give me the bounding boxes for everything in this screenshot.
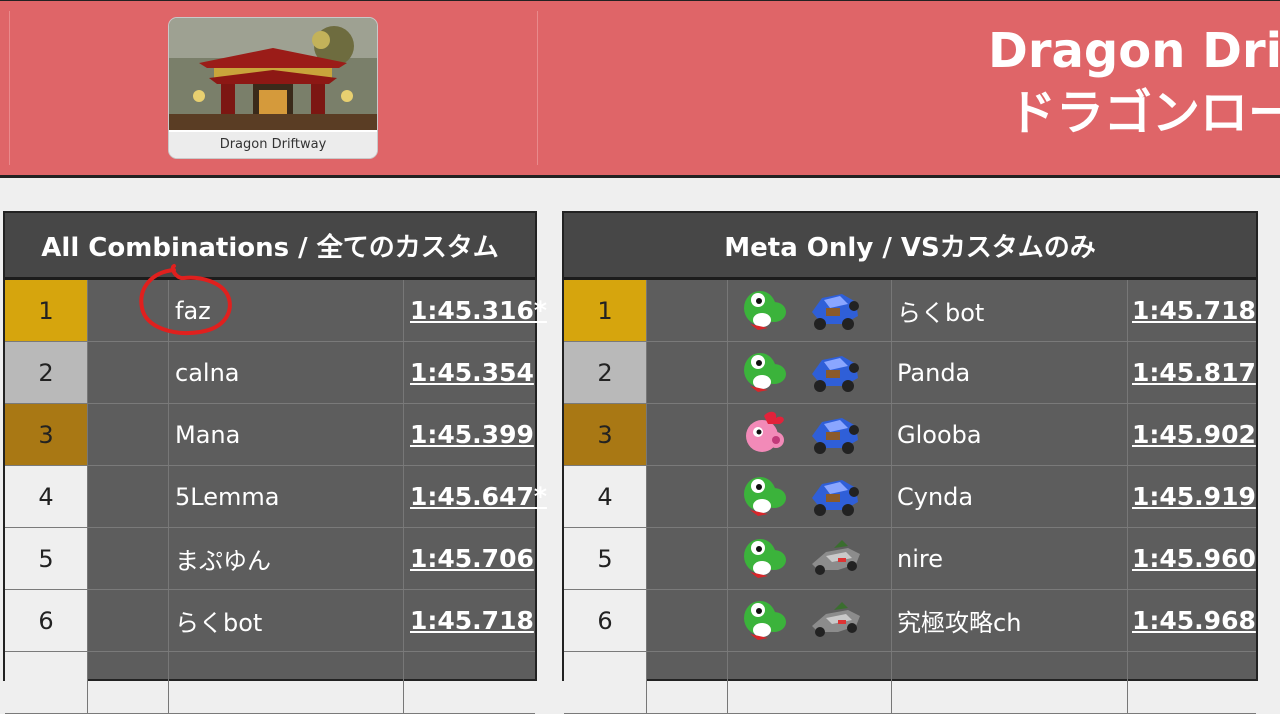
table-row bbox=[5, 652, 535, 714]
table-row: 6 究極攻略ch 1:45.968 bbox=[564, 590, 1256, 652]
combo-icons bbox=[738, 404, 888, 465]
table-row bbox=[564, 652, 1256, 714]
combo-icons bbox=[738, 590, 888, 651]
course-title-jp: ドラゴンロー bbox=[1008, 85, 1280, 141]
combo-icons bbox=[738, 280, 888, 341]
time-link[interactable]: 1:45.817 bbox=[1132, 342, 1256, 403]
rank-cell: 4 bbox=[564, 466, 646, 527]
time-link[interactable]: 1:45.316* bbox=[410, 280, 547, 341]
time-link[interactable]: 1:45.718 bbox=[1132, 280, 1256, 341]
dragon-driftway-image bbox=[169, 18, 377, 130]
yoshi-icon bbox=[738, 534, 792, 584]
gray-kart-icon bbox=[808, 534, 862, 584]
rank-cell: 3 bbox=[5, 404, 87, 465]
rank-cell bbox=[5, 652, 87, 713]
course-title-en: Dragon Drift bbox=[988, 23, 1280, 79]
table-row: 3 Mana 1:45.399 bbox=[5, 404, 535, 466]
panel-title: Meta Only / VSカスタムのみ bbox=[564, 213, 1256, 280]
player-name: 究極攻略ch bbox=[897, 609, 1022, 637]
yoshi-icon bbox=[738, 596, 792, 646]
time-link[interactable]: 1:45.968 bbox=[1132, 590, 1256, 651]
yoshi-icon bbox=[738, 286, 792, 336]
time-link[interactable]: 1:45.960 bbox=[1132, 528, 1256, 589]
rank-cell: 5 bbox=[564, 528, 646, 589]
table-row: 5 まぷゆん 1:45.706 bbox=[5, 528, 535, 590]
player-name: faz bbox=[175, 296, 211, 325]
all-combinations-panel: All Combinations / 全てのカスタム 1 faz 1:45.31… bbox=[3, 211, 547, 714]
time-link[interactable]: 1:45.647* bbox=[410, 466, 547, 527]
panel-title: All Combinations / 全てのカスタム bbox=[5, 213, 535, 280]
yoshi-icon bbox=[738, 472, 792, 522]
course-thumbnail[interactable]: Dragon Driftway bbox=[168, 17, 378, 159]
gray-kart-icon bbox=[808, 596, 862, 646]
player-name: まぷゆん bbox=[175, 547, 271, 575]
table-row: 1 らくbot 1:45.718 bbox=[564, 280, 1256, 342]
rank-cell: 3 bbox=[564, 404, 646, 465]
banner-divider bbox=[9, 11, 10, 165]
table-row: 4 Cynda 1:45.919 bbox=[564, 466, 1256, 528]
table-row: 3 Glooba 1:45.902 bbox=[564, 404, 1256, 466]
blue-kart-icon bbox=[808, 472, 862, 522]
player-name: Panda bbox=[897, 358, 971, 387]
rank-cell: 2 bbox=[5, 342, 87, 403]
player-name: Mana bbox=[175, 420, 241, 449]
rank-cell: 1 bbox=[5, 280, 87, 341]
rank-cell: 2 bbox=[564, 342, 646, 403]
combo-icons bbox=[738, 466, 888, 527]
player-name: nire bbox=[897, 544, 943, 573]
table-row: 2 Panda 1:45.817 bbox=[564, 342, 1256, 404]
time-link[interactable]: 1:45.354 bbox=[410, 342, 536, 403]
time-link[interactable]: 1:45.902 bbox=[1132, 404, 1256, 465]
table-row: 4 5Lemma 1:45.647* bbox=[5, 466, 547, 528]
player-name: らくbot bbox=[175, 609, 263, 637]
blue-kart-icon bbox=[808, 286, 862, 336]
combo-icons bbox=[738, 342, 888, 403]
rank-cell: 4 bbox=[5, 466, 87, 527]
player-name: Cynda bbox=[897, 482, 974, 511]
course-thumbnail-caption: Dragon Driftway bbox=[169, 132, 377, 158]
time-link[interactable]: 1:45.399 bbox=[410, 404, 536, 465]
player-name: らくbot bbox=[897, 299, 985, 327]
table-row: 1 faz 1:45.316* bbox=[5, 280, 547, 342]
rank-cell: 6 bbox=[564, 590, 646, 651]
rank-cell: 1 bbox=[564, 280, 646, 341]
rank-cell: 6 bbox=[5, 590, 87, 651]
table-row: 6 らくbot 1:45.718 bbox=[5, 590, 535, 652]
time-link[interactable]: 1:45.919 bbox=[1132, 466, 1256, 527]
player-name: 5Lemma bbox=[175, 482, 280, 511]
time-link[interactable]: 1:45.706 bbox=[410, 528, 536, 589]
table-row: 5 nire 1:45.960 bbox=[564, 528, 1256, 590]
banner-divider bbox=[537, 11, 538, 165]
player-name: calna bbox=[175, 358, 240, 387]
course-banner: Dragon Driftway Dragon Drift ドラゴンロー bbox=[0, 0, 1280, 178]
table-row: 2 calna 1:45.354 bbox=[5, 342, 535, 404]
blue-kart-icon bbox=[808, 410, 862, 460]
combo-icons bbox=[738, 528, 888, 589]
meta-only-panel: Meta Only / VSカスタムのみ 1 らくbot 1:45.718 2 Pa… bbox=[562, 211, 1258, 714]
yoshi-icon bbox=[738, 348, 792, 398]
rank-cell: 5 bbox=[5, 528, 87, 589]
time-link[interactable]: 1:45.718 bbox=[410, 590, 536, 651]
rank-cell bbox=[564, 652, 646, 713]
blue-kart-icon bbox=[808, 348, 862, 398]
birdo-icon bbox=[738, 410, 792, 460]
player-name: Glooba bbox=[897, 420, 982, 449]
